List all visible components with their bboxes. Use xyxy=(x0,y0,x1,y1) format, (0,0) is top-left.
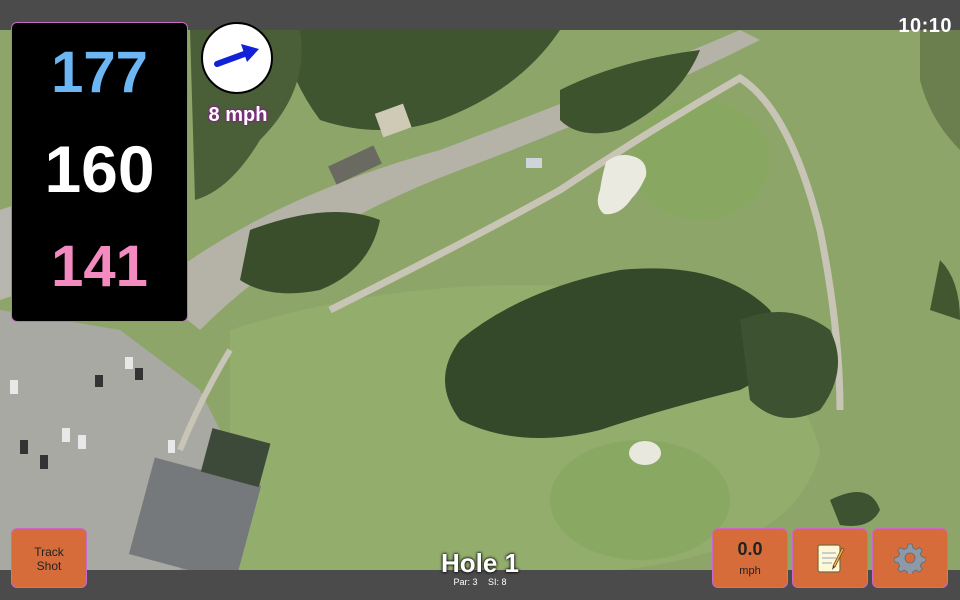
back-distance: 177 xyxy=(51,40,148,105)
wind-direction-indicator xyxy=(201,22,273,94)
track-shot-label-line2: Shot xyxy=(36,559,62,573)
par-label: Par: 3 xyxy=(453,577,478,587)
speed-unit: mph xyxy=(739,565,761,577)
arrow-right-up-icon xyxy=(214,44,259,67)
settings-button[interactable] xyxy=(872,528,948,588)
track-shot-button[interactable]: Track Shot xyxy=(11,528,87,588)
clock: 10:10 xyxy=(898,15,952,37)
notepad-icon xyxy=(817,544,845,573)
center-distance: 160 xyxy=(44,132,155,206)
hole-title: Hole 1 xyxy=(440,548,520,578)
hole-meta: Par: 3 SI: 8 xyxy=(380,577,580,587)
notes-button[interactable] xyxy=(792,528,868,588)
front-distance: 141 xyxy=(51,234,148,299)
speed-value: 0.0 xyxy=(737,539,763,559)
track-shot-label-line1: Track xyxy=(34,545,64,559)
wind-speed-label: 8 mph xyxy=(208,104,268,126)
speed-button[interactable]: 0.0 mph xyxy=(712,528,788,588)
stroke-index-label: SI: 8 xyxy=(488,577,507,587)
gear-icon xyxy=(894,543,926,574)
distance-panel: 177 160 141 xyxy=(11,22,188,322)
